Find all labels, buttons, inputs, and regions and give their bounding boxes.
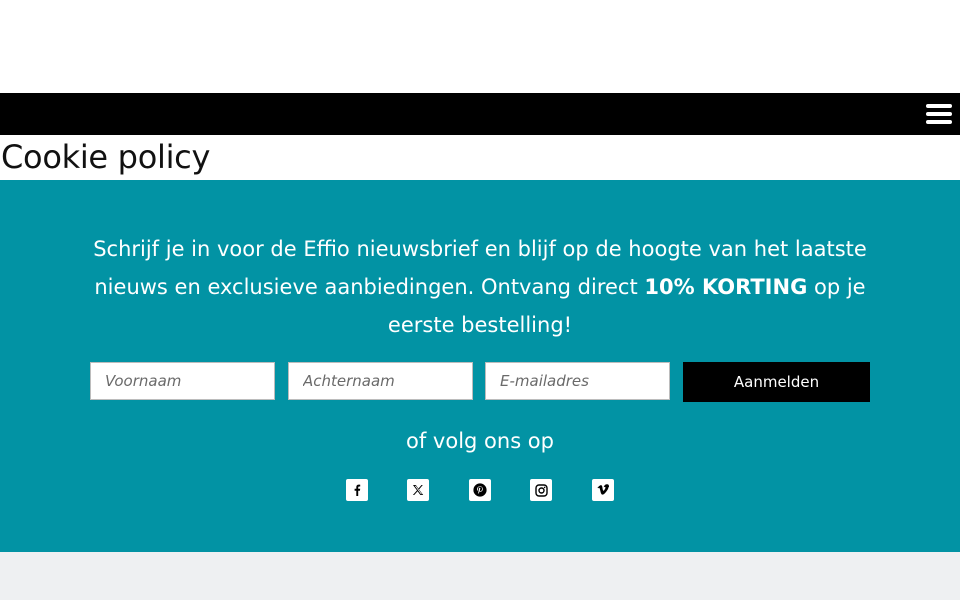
pinterest-icon[interactable] [469,479,491,501]
subscribe-button[interactable]: Aanmelden [683,362,870,402]
email-input[interactable] [485,362,670,400]
page-title: Cookie policy [1,138,211,176]
top-header [0,0,960,93]
newsletter-intro-text: Schrijf je in voor de Effio nieuwsbrief … [90,230,870,344]
facebook-icon[interactable] [346,479,368,501]
discount-highlight: 10% KORTING [644,275,808,299]
x-twitter-icon[interactable] [407,479,429,501]
first-name-input[interactable] [90,362,275,400]
vimeo-icon[interactable] [592,479,614,501]
newsletter-form: Aanmelden [90,362,870,402]
footer-strip [0,552,960,600]
follow-us-text: of volg ons op [406,429,554,453]
last-name-input[interactable] [288,362,473,400]
newsletter-section: Schrijf je in voor de Effio nieuwsbrief … [0,180,960,552]
hamburger-menu-icon[interactable] [926,104,952,124]
instagram-icon[interactable] [530,479,552,501]
navigation-bar [0,93,960,135]
